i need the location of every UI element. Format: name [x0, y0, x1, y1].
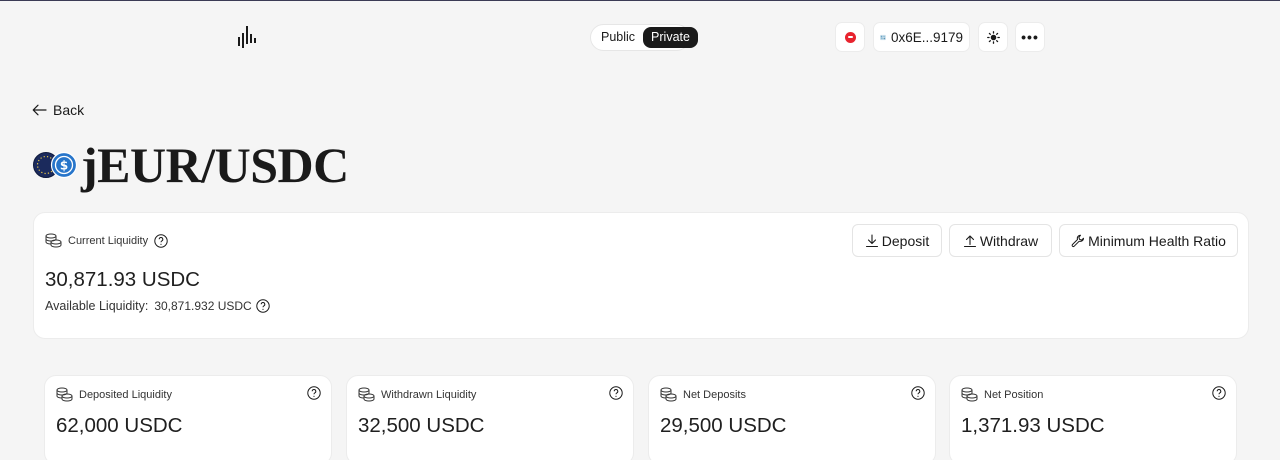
- back-link[interactable]: Back: [32, 102, 84, 118]
- logo-icon[interactable]: [237, 25, 257, 49]
- help-icon[interactable]: [1212, 386, 1226, 400]
- wallet-button[interactable]: 0x6E...9179: [873, 22, 970, 52]
- arrow-left-icon: [32, 104, 47, 116]
- svg-text:$: $: [60, 159, 68, 173]
- available-liquidity-label: Available Liquidity:: [45, 299, 149, 313]
- wrench-icon: [1071, 234, 1085, 247]
- minimum-health-ratio-label: Minimum Health Ratio: [1088, 232, 1226, 249]
- deposit-button[interactable]: Deposit: [852, 224, 942, 257]
- help-icon[interactable]: [609, 386, 623, 400]
- sun-icon: [986, 30, 1000, 44]
- download-icon: [865, 233, 878, 247]
- toggle-public[interactable]: Public: [593, 27, 643, 48]
- page-title: jEUR/USDC: [81, 137, 349, 193]
- pool-title-row: $ jEUR/USDC: [33, 136, 349, 194]
- usdc-token-icon: $: [50, 151, 78, 179]
- available-liquidity-value: 30,871.932 USDC: [154, 299, 252, 313]
- stat-label-row: Withdrawn Liquidity: [358, 387, 476, 403]
- withdrawn-liquidity-card: Withdrawn Liquidity 32,500 USDC: [346, 375, 634, 460]
- stat-value: 29,500 USDC: [660, 414, 787, 437]
- current-liquidity-value: 30,871.93 USDC: [45, 268, 200, 291]
- deposit-label: Deposit: [881, 232, 930, 249]
- help-icon[interactable]: [256, 299, 270, 313]
- stat-value: 32,500 USDC: [358, 414, 485, 437]
- current-liquidity-card: Current Liquidity 30,871.93 USDC Availab…: [33, 212, 1249, 339]
- current-liquidity-label-row: Current Liquidity: [45, 233, 168, 249]
- coins-icon: [358, 387, 375, 402]
- stat-label-row: Net Position: [961, 387, 1043, 403]
- more-icon: •••: [1021, 29, 1039, 45]
- visibility-toggle[interactable]: Public Private: [590, 24, 698, 51]
- coins-icon: [45, 233, 62, 248]
- available-liquidity-row: Available Liquidity: 30,871.932 USDC: [45, 299, 270, 313]
- more-menu-button[interactable]: •••: [1015, 22, 1045, 52]
- deposited-liquidity-card: Deposited Liquidity 62,000 USDC: [44, 375, 332, 460]
- stat-value: 1,371.93 USDC: [961, 414, 1105, 437]
- network-button[interactable]: [835, 22, 865, 52]
- wallet-address: 0x6E...9179: [890, 29, 963, 45]
- minimum-health-ratio-button[interactable]: Minimum Health Ratio: [1059, 224, 1238, 257]
- optimism-network-icon: [844, 31, 856, 43]
- help-icon[interactable]: [911, 386, 925, 400]
- stat-value: 62,000 USDC: [56, 414, 183, 437]
- help-icon[interactable]: [154, 234, 168, 248]
- coins-icon: [56, 387, 73, 402]
- stat-label-row: Deposited Liquidity: [56, 387, 172, 403]
- net-deposits-card: Net Deposits 29,500 USDC: [648, 375, 936, 460]
- wallet-avatar-icon: [880, 34, 886, 40]
- stat-label: Deposited Liquidity: [79, 389, 172, 401]
- coins-icon: [961, 387, 978, 402]
- help-icon[interactable]: [307, 386, 321, 400]
- coins-icon: [660, 387, 677, 402]
- stat-label: Net Position: [984, 389, 1044, 401]
- stat-label: Net Deposits: [683, 389, 746, 401]
- back-label: Back: [53, 102, 85, 118]
- toggle-private[interactable]: Private: [643, 27, 698, 48]
- net-position-card: Net Position 1,371.93 USDC: [949, 375, 1237, 460]
- upload-icon: [963, 234, 976, 247]
- token-pair-icons: $: [33, 151, 78, 179]
- withdraw-button[interactable]: Withdraw: [949, 224, 1052, 257]
- stat-label: Withdrawn Liquidity: [381, 389, 477, 401]
- current-liquidity-label: Current Liquidity: [68, 235, 149, 247]
- stat-label-row: Net Deposits: [660, 387, 746, 403]
- withdraw-label: Withdraw: [979, 232, 1039, 249]
- theme-toggle-button[interactable]: [978, 22, 1008, 52]
